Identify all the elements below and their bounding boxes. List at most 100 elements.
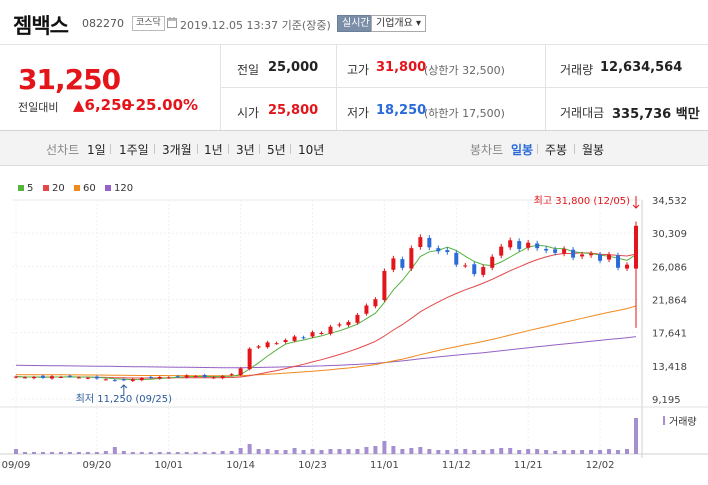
volume-bar	[139, 452, 144, 454]
volume-bar	[193, 452, 198, 454]
x-tick-label: 09/09	[2, 460, 31, 471]
candle-body	[562, 248, 567, 254]
stock-code: 082270	[82, 17, 124, 30]
volume-bar	[166, 452, 171, 454]
candle-body	[409, 248, 414, 269]
tab-1y[interactable]: 1년	[204, 141, 223, 158]
candle-body	[265, 342, 270, 348]
candle-body	[283, 340, 288, 343]
high-label: 고가	[347, 63, 370, 77]
company-info-button[interactable]: 기업개요 ▾	[371, 15, 426, 32]
candle-body	[310, 332, 315, 337]
candle-body	[634, 225, 638, 269]
quote-datetime: 2019.12.05 13:37 기준(장중)	[180, 19, 331, 32]
candle-body	[400, 259, 405, 268]
candle-body	[472, 264, 477, 275]
volume-bar	[220, 451, 225, 454]
candle-body	[481, 267, 486, 275]
y-tick-label: 26,086	[652, 262, 687, 273]
candle-body	[544, 248, 549, 251]
candle-body	[112, 380, 117, 382]
candle-body	[292, 336, 297, 341]
volume-bar	[355, 449, 360, 454]
y-tick-label: 13,418	[652, 362, 687, 373]
candle-body	[274, 343, 279, 345]
volume-bar	[238, 448, 243, 454]
candle-body	[238, 368, 243, 376]
volume-bar	[436, 450, 441, 454]
realtime-button[interactable]: 실시간	[337, 15, 375, 32]
candle-body	[454, 252, 459, 265]
tab-monthly[interactable]: 월봉	[582, 141, 604, 158]
volume-bar	[580, 450, 585, 454]
candle-body	[328, 326, 333, 334]
chart-tabs: 선차트 1일 1주일 3개월 1년 3년 5년 10년 봉차트 일봉 주봉 월봉	[0, 131, 708, 166]
low-value: 18,250	[376, 103, 427, 118]
tab-5y[interactable]: 5년	[267, 141, 286, 158]
high-arrow	[632, 196, 640, 209]
volume-bar	[337, 449, 342, 454]
candle-body	[67, 375, 72, 377]
volume-legend-swatch	[663, 416, 665, 425]
volume-bar	[256, 449, 261, 454]
volume-bar	[265, 449, 270, 454]
legend-label: 120	[114, 183, 133, 194]
volume-bar	[400, 449, 405, 454]
candle-chart-label: 봉차트	[470, 143, 504, 157]
tab-3y[interactable]: 3년	[236, 141, 255, 158]
volume-bar	[373, 446, 378, 454]
volume-bar	[472, 450, 477, 454]
volume-bar	[175, 452, 180, 454]
candle-body	[490, 256, 495, 268]
x-tick-label: 11/01	[370, 460, 399, 471]
tab-weekly[interactable]: 주봉	[545, 141, 567, 158]
volume-bar	[247, 444, 252, 454]
divider	[110, 144, 111, 154]
volume-bar	[85, 452, 90, 454]
tab-1d[interactable]: 1일	[87, 141, 106, 158]
tab-3m[interactable]: 3개월	[162, 141, 192, 158]
high-value: 31,800	[376, 60, 427, 75]
y-tick-label: 17,641	[652, 329, 687, 340]
candle-body	[49, 376, 54, 379]
line-chart-label: 선차트	[46, 143, 80, 157]
volume-bar	[301, 450, 306, 454]
divider	[154, 144, 155, 154]
candle-body	[121, 379, 126, 381]
volume-bar	[103, 451, 108, 454]
divider	[537, 144, 538, 154]
candle-body	[103, 379, 108, 381]
candle-body	[193, 376, 198, 378]
volume-bar	[499, 448, 504, 454]
volume-bar	[49, 452, 54, 454]
volume-bar	[364, 447, 369, 454]
volume-bar	[67, 452, 72, 454]
volume-bar	[76, 452, 81, 454]
candle-body	[202, 375, 207, 377]
legend-label: 20	[52, 183, 65, 194]
volume-bar	[184, 452, 189, 454]
candle-body	[85, 377, 90, 379]
legend-swatch	[74, 185, 80, 191]
tab-1w[interactable]: 1주일	[119, 141, 149, 158]
volume-bar	[112, 447, 117, 454]
candle-body	[364, 305, 369, 314]
candle-body	[373, 299, 378, 307]
candle-body	[247, 348, 252, 370]
divider	[197, 144, 198, 154]
volume-bar	[535, 449, 540, 454]
volume-bar	[427, 449, 432, 454]
candle-body	[14, 376, 18, 378]
volume-bar	[544, 450, 549, 454]
candle-body	[607, 254, 612, 260]
x-tick-label: 11/12	[442, 460, 471, 471]
volume-bar	[598, 450, 603, 454]
tab-10y[interactable]: 10년	[298, 141, 324, 158]
candle-body	[211, 377, 216, 379]
volume-bar	[157, 452, 162, 454]
volume-bar	[319, 450, 324, 454]
legend-swatch	[43, 185, 49, 191]
high-annotation: 최고 31,800 (12/05)	[534, 195, 630, 207]
volume-bar	[283, 450, 288, 454]
tab-daily[interactable]: 일봉	[511, 141, 533, 158]
